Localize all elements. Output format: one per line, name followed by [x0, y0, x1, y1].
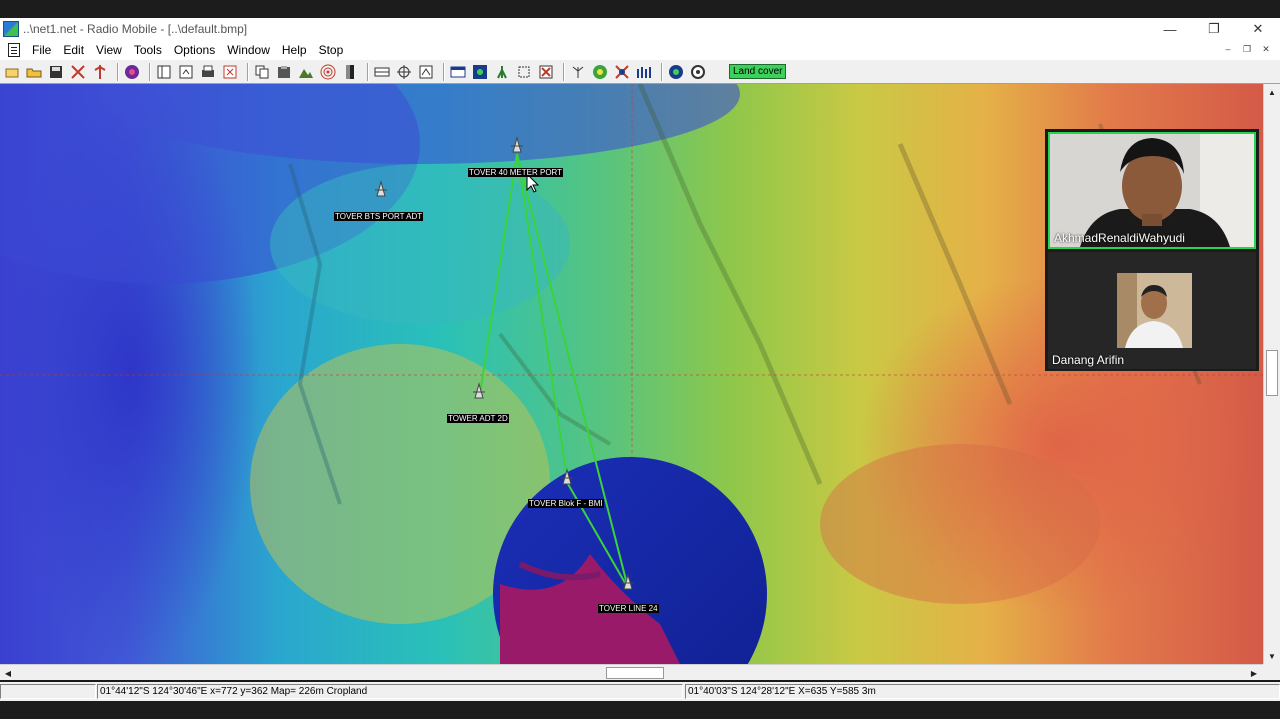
extract-map-icon[interactable] [177, 63, 195, 81]
selected-coordinates: 01°40'03"S 124°28'12"E X=635 Y=585 3m [685, 684, 1280, 699]
scroll-right-icon[interactable]: ▶ [1246, 665, 1262, 681]
horizontal-scroll-thumb[interactable] [606, 667, 664, 679]
unit-properties-icon[interactable] [91, 63, 109, 81]
tower-label[interactable]: TOVER LINE 24 [598, 604, 659, 613]
menu-stop[interactable]: Stop [313, 43, 350, 57]
map-properties-icon[interactable] [155, 63, 173, 81]
toolbar-separator [563, 62, 565, 81]
title-bar: ..\net1.net - Radio Mobile - [..\default… [0, 18, 1280, 40]
paste-icon[interactable] [275, 63, 293, 81]
find-best-site-icon[interactable] [395, 63, 413, 81]
signal-bars-icon[interactable] [635, 63, 653, 81]
radio-mobile-app-icon [3, 21, 19, 37]
link-style-icon[interactable] [613, 63, 631, 81]
scroll-left-icon[interactable]: ◀ [0, 665, 16, 681]
new-file-icon[interactable] [3, 63, 21, 81]
toolbar-separator [149, 62, 151, 81]
stations-icon[interactable] [493, 63, 511, 81]
color-scale-icon[interactable] [341, 63, 359, 81]
mdi-minimize-button[interactable]: – [1220, 42, 1236, 56]
minimize-button[interactable]: — [1148, 18, 1192, 40]
menu-bar: File Edit View Tools Options Window Help… [0, 40, 1280, 59]
status-cell-empty [0, 684, 96, 699]
participant-avatar [1117, 273, 1192, 348]
scroll-up-icon[interactable]: ▲ [1264, 84, 1280, 100]
open-folder-icon[interactable] [25, 63, 43, 81]
menu-window[interactable]: Window [221, 43, 276, 57]
elevation-grid-icon[interactable] [373, 63, 391, 81]
tower-label[interactable]: TOVER 40 METER PORT [468, 168, 564, 177]
tower-label[interactable]: TOVER BTS PORT ADT [334, 212, 424, 221]
internet-map-icon[interactable] [667, 63, 685, 81]
mdi-restore-button[interactable]: ❐ [1239, 42, 1255, 56]
screen-top-bar [0, 0, 1280, 18]
participant-tile[interactable]: Danang Arifin [1048, 252, 1256, 369]
document-icon[interactable] [8, 42, 20, 57]
mdi-close-button[interactable]: ✕ [1258, 42, 1274, 56]
tower-label[interactable]: TOWER ADT 2D [447, 414, 509, 423]
vertical-scroll-thumb[interactable] [1266, 350, 1278, 396]
menu-edit[interactable]: Edit [57, 43, 90, 57]
menu-tools[interactable]: Tools [128, 43, 168, 57]
satellite-map-icon[interactable] [471, 63, 489, 81]
tower-label[interactable]: TOVER Blok F - BMI [528, 499, 604, 508]
participant-tile[interactable]: AkhmadRenaldiWahyudi [1048, 132, 1256, 249]
cursor-coordinates: 01°44'12"S 124°30'46"E x=772 y=362 Map= … [97, 684, 683, 699]
globe-icon[interactable] [591, 63, 609, 81]
network-properties-icon[interactable] [69, 63, 87, 81]
toolbar: Land cover [0, 59, 1280, 84]
restore-button[interactable]: ❐ [1192, 18, 1236, 40]
world-map-icon[interactable] [123, 63, 141, 81]
screen-bottom-bar [0, 701, 1280, 719]
close-button[interactable]: ✕ [1236, 18, 1280, 40]
window-title: ..\net1.net - Radio Mobile - [..\default… [23, 22, 248, 36]
pdf-icon[interactable] [221, 63, 239, 81]
merge-pictures-icon[interactable] [297, 63, 315, 81]
toolbar-separator [247, 62, 249, 81]
fit-network-icon[interactable] [515, 63, 533, 81]
print-icon[interactable] [199, 63, 217, 81]
menu-help[interactable]: Help [276, 43, 313, 57]
antenna-icon[interactable] [569, 63, 587, 81]
radio-coverage-icon[interactable] [319, 63, 337, 81]
scroll-corner [1263, 664, 1280, 680]
route-icon[interactable] [417, 63, 435, 81]
settings-wheel-icon[interactable] [689, 63, 707, 81]
toolbar-separator [367, 62, 369, 81]
land-cover-toggle[interactable]: Land cover [729, 64, 787, 79]
status-bar: 01°44'12"S 124°30'46"E x=772 y=362 Map= … [0, 682, 1280, 701]
toolbar-separator [661, 62, 663, 81]
menu-options[interactable]: Options [168, 43, 221, 57]
toolbar-separator [443, 62, 445, 81]
participant-name: AkhmadRenaldiWahyudi [1054, 231, 1185, 245]
toolbar-separator [117, 62, 119, 81]
menu-view[interactable]: View [90, 43, 128, 57]
horizontal-scrollbar[interactable]: ◀ ▶ [0, 664, 1263, 680]
scroll-down-icon[interactable]: ▼ [1264, 648, 1280, 664]
participant-name: Danang Arifin [1052, 353, 1125, 367]
save-network-icon[interactable] [47, 63, 65, 81]
map-window-icon[interactable] [449, 63, 467, 81]
delete-icon[interactable] [537, 63, 555, 81]
vertical-scrollbar[interactable]: ▲ ▼ [1263, 84, 1280, 664]
video-call-panel: AkhmadRenaldiWahyudi Danang Arifin [1045, 129, 1259, 371]
copy-icon[interactable] [253, 63, 271, 81]
menu-file[interactable]: File [26, 43, 57, 57]
